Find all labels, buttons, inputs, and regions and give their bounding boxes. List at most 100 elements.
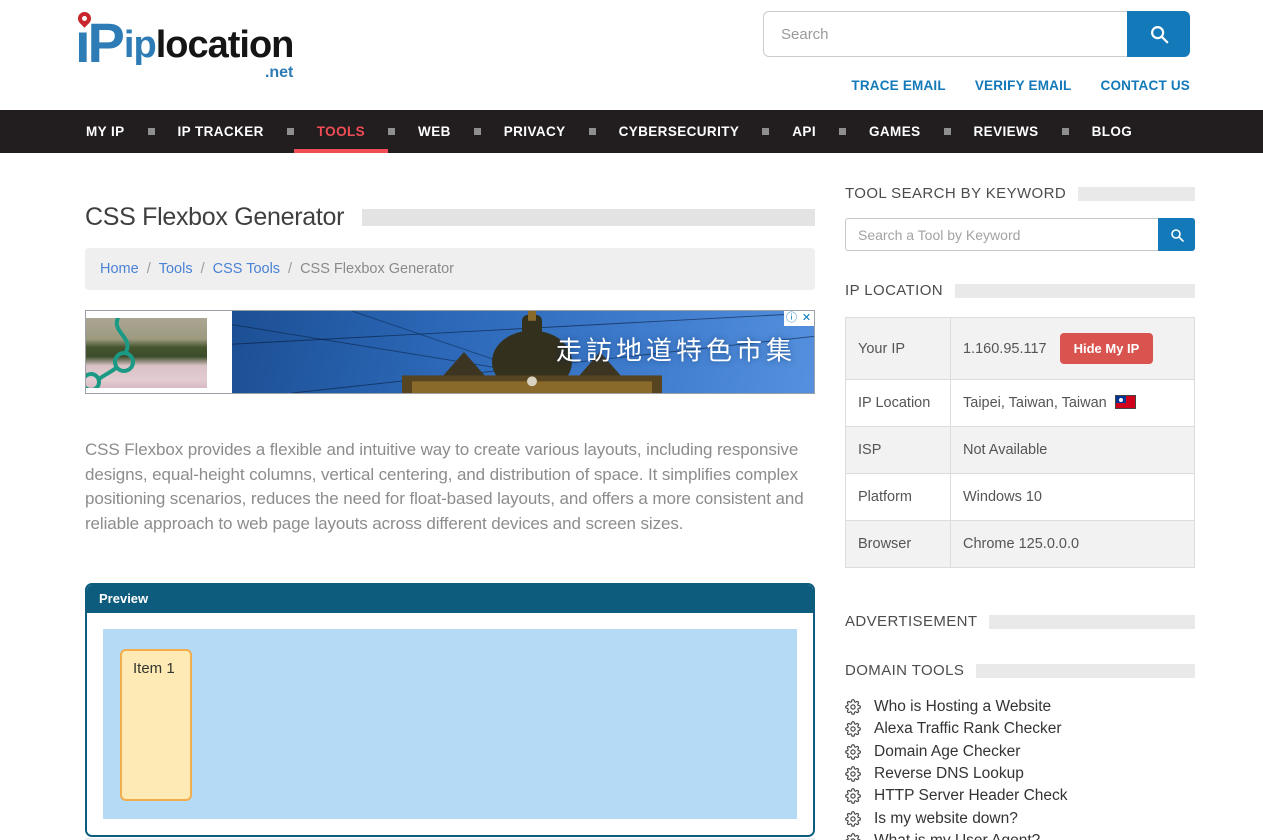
who-is-hosting-link[interactable]: Who is Hosting a Website	[874, 698, 1051, 716]
logo-mark: ıP	[75, 12, 122, 74]
ad-overlay-text: 走訪地道特色市集	[556, 331, 796, 368]
row-value-cell: Taipei, Taiwan, Taiwan	[951, 380, 1195, 427]
ad-info-icon[interactable]: ⓘ	[784, 311, 799, 326]
row-value-cell: Windows 10	[951, 474, 1195, 521]
ip-location-value: Taipei, Taiwan, Taiwan	[963, 395, 1107, 411]
advertisement-heading-text: ADVERTISEMENT	[845, 613, 977, 630]
alexa-traffic-rank-link[interactable]: Alexa Traffic Rank Checker	[874, 720, 1062, 738]
ad-thumbnail-image[interactable]	[86, 318, 207, 388]
tool-search-heading-text: TOOL SEARCH BY KEYWORD	[845, 185, 1066, 202]
advertisement-heading: ADVERTISEMENT	[845, 613, 1195, 630]
row-label: Platform	[846, 474, 951, 521]
preview-panel-header: Preview	[87, 585, 813, 613]
is-my-website-down-link[interactable]: Is my website down?	[874, 810, 1018, 828]
table-row: ISP Not Available	[846, 427, 1195, 474]
row-value-cell: Not Available	[951, 427, 1195, 474]
table-row: Your IP 1.160.95.117 Hide My IP	[846, 318, 1195, 380]
ad-main-image[interactable]: 走訪地道特色市集	[232, 311, 814, 393]
nav-item-ip-tracker[interactable]: IP TRACKER	[155, 110, 287, 153]
header-links: TRACE EMAIL VERIFY EMAIL CONTACT US	[763, 78, 1190, 93]
gear-icon	[845, 788, 861, 804]
tool-search-input[interactable]	[845, 218, 1158, 251]
nav-item-my-ip[interactable]: MY IP	[86, 110, 148, 153]
gear-icon	[845, 744, 861, 760]
nav-separator	[944, 128, 951, 135]
isp-value: Not Available	[963, 442, 1047, 458]
platform-value: Windows 10	[963, 489, 1042, 505]
list-item: Is my website down?	[845, 807, 1195, 829]
gear-icon	[845, 721, 861, 737]
browser-value: Chrome 125.0.0.0	[963, 536, 1079, 552]
title-decorative-bar	[362, 209, 815, 226]
site-search-input[interactable]	[763, 11, 1127, 57]
contact-us-link[interactable]: CONTACT US	[1101, 78, 1191, 93]
nav-separator	[839, 128, 846, 135]
domain-tools-heading: DOMAIN TOOLS	[845, 662, 1195, 679]
flex-preview-item[interactable]: Item 1	[120, 649, 192, 801]
nav-item-api[interactable]: API	[769, 110, 839, 153]
heading-decorative-bar	[989, 615, 1195, 629]
preview-panel-body: Item 1	[87, 613, 813, 835]
list-item: HTTP Server Header Check	[845, 785, 1195, 807]
page-title: CSS Flexbox Generator	[85, 203, 344, 232]
main-nav: MY IP IP TRACKER TOOLS WEB PRIVACY CYBER…	[0, 110, 1263, 153]
gear-icon	[845, 811, 861, 827]
nav-item-reviews[interactable]: REVIEWS	[951, 110, 1062, 153]
row-label: Browser	[846, 521, 951, 568]
tool-description: CSS Flexbox provides a flexible and intu…	[85, 438, 815, 537]
domain-age-checker-link[interactable]: Domain Age Checker	[874, 743, 1020, 761]
tool-search-button[interactable]	[1158, 218, 1195, 251]
row-label: Your IP	[846, 318, 951, 380]
nav-item-cybersecurity[interactable]: CYBERSECURITY	[596, 110, 763, 153]
ad-banner[interactable]: 走訪地道特色市集 ⓘ ✕	[85, 310, 815, 394]
main-column: CSS Flexbox Generator Home/Tools/CSS Too…	[85, 153, 815, 840]
heading-decorative-bar	[1078, 187, 1195, 201]
ip-location-heading: IP LOCATION	[845, 282, 1195, 299]
nav-item-web[interactable]: WEB	[395, 110, 474, 153]
logo-word-location: location	[156, 24, 294, 66]
domain-tools-list: Who is Hosting a Website Alexa Traffic R…	[845, 696, 1195, 840]
heading-decorative-bar	[976, 664, 1195, 678]
reverse-dns-lookup-link[interactable]: Reverse DNS Lookup	[874, 765, 1024, 783]
table-row: Browser Chrome 125.0.0.0	[846, 521, 1195, 568]
search-icon	[1148, 23, 1170, 45]
nav-item-tools[interactable]: TOOLS	[294, 110, 388, 153]
nav-separator	[148, 128, 155, 135]
hide-my-ip-button[interactable]: Hide My IP	[1060, 333, 1154, 364]
preview-panel: Preview Item 1	[85, 583, 815, 837]
nav-item-blog[interactable]: BLOG	[1069, 110, 1156, 153]
site-search-form	[763, 11, 1190, 57]
http-server-header-link[interactable]: HTTP Server Header Check	[874, 787, 1068, 805]
taiwan-flag-icon	[1115, 395, 1136, 409]
flex-preview-container: Item 1	[103, 629, 797, 819]
breadcrumb-tools-link[interactable]: Tools	[159, 261, 193, 277]
nav-separator	[589, 128, 596, 135]
nav-separator	[474, 128, 481, 135]
row-value-cell: Chrome 125.0.0.0	[951, 521, 1195, 568]
breadcrumb-current: CSS Flexbox Generator	[300, 261, 454, 277]
nav-item-privacy[interactable]: PRIVACY	[481, 110, 589, 153]
nav-separator	[762, 128, 769, 135]
breadcrumb-home-link[interactable]: Home	[100, 261, 139, 277]
tool-search-form	[845, 218, 1195, 251]
ad-close-icon[interactable]: ✕	[799, 311, 814, 326]
what-is-my-user-agent-link[interactable]: What is my User Agent?	[874, 832, 1040, 840]
heading-decorative-bar	[955, 284, 1195, 298]
list-item: Domain Age Checker	[845, 741, 1195, 763]
nav-item-games[interactable]: GAMES	[846, 110, 944, 153]
breadcrumb-css-tools-link[interactable]: CSS Tools	[213, 261, 280, 277]
gear-icon	[845, 833, 861, 840]
gear-icon	[845, 766, 861, 782]
trace-email-link[interactable]: TRACE EMAIL	[851, 78, 945, 93]
site-logo[interactable]: ıP iplocation .net	[75, 12, 293, 110]
table-row: IP Location Taipei, Taiwan, Taiwan	[846, 380, 1195, 427]
breadcrumb: Home/Tools/CSS Tools/CSS Flexbox Generat…	[85, 248, 815, 290]
ip-location-heading-text: IP LOCATION	[845, 282, 943, 299]
row-label: ISP	[846, 427, 951, 474]
site-search-button[interactable]	[1127, 11, 1190, 57]
list-item: Who is Hosting a Website	[845, 696, 1195, 718]
header-right: TRACE EMAIL VERIFY EMAIL CONTACT US	[763, 8, 1190, 110]
logo-word-ip: ip	[124, 24, 156, 66]
verify-email-link[interactable]: VERIFY EMAIL	[975, 78, 1072, 93]
logo-wordmark: iplocation .net	[124, 26, 293, 81]
